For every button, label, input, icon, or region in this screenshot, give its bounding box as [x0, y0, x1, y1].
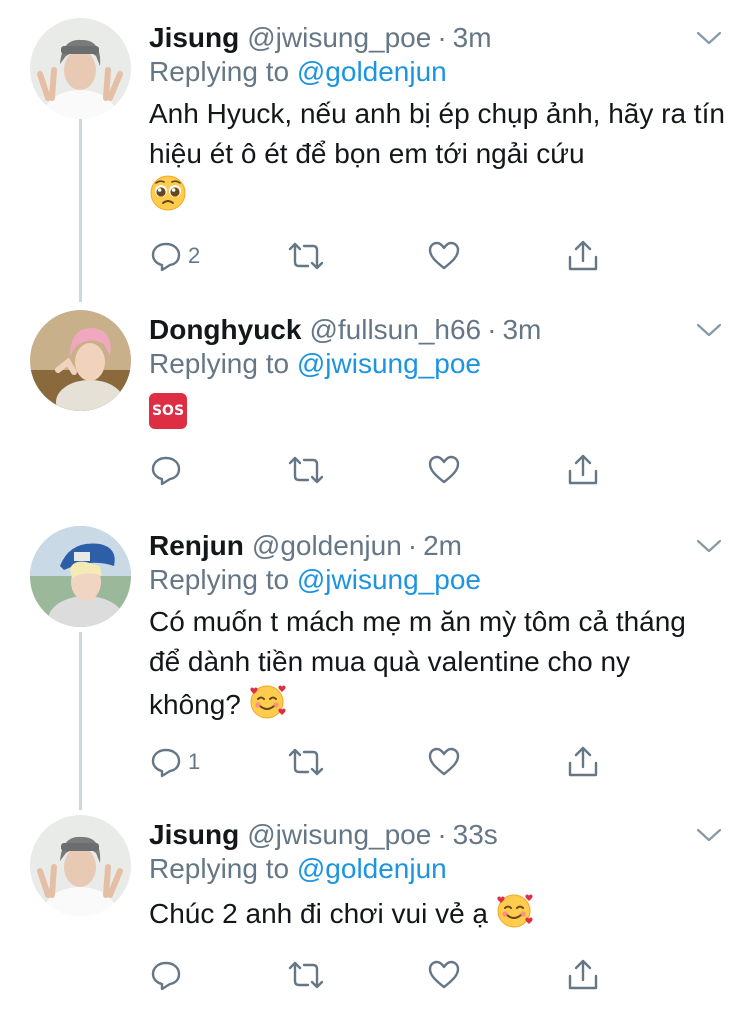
tweet-actions: [0, 955, 750, 995]
heart-icon: [428, 241, 460, 270]
replying-to-label: Replying to: [149, 348, 297, 379]
reply-button[interactable]: 2: [150, 236, 200, 276]
like-button[interactable]: [427, 450, 461, 490]
user-handle[interactable]: @jwisung_poe: [247, 22, 431, 54]
tweet-text: SOS: [149, 386, 729, 429]
tweet-header: Donghyuck @fullsun_h66 · 3m: [149, 310, 541, 350]
display-name[interactable]: Donghyuck: [149, 314, 301, 346]
retweet-icon: [288, 961, 324, 989]
reply-button[interactable]: [150, 450, 182, 490]
separator-dot: ·: [407, 530, 418, 561]
user-handle[interactable]: @fullsun_h66: [309, 314, 481, 346]
tweet-text: Anh Hyuck, nếu anh bị ép chụp ảnh, hãy r…: [149, 94, 729, 223]
tweet-text: Chúc 2 anh đi chơi vui vẻ ạ: [149, 891, 729, 940]
display-name[interactable]: Jisung: [149, 819, 239, 851]
heart-icon: [428, 747, 460, 776]
share-button[interactable]: [566, 955, 600, 995]
chevron-down-icon[interactable]: [694, 534, 724, 558]
reply-button[interactable]: [150, 955, 182, 995]
replying-to-line: Replying to @goldenjun: [149, 56, 447, 88]
mention-link[interactable]: @goldenjun: [297, 56, 447, 87]
reply-count: 2: [188, 243, 201, 268]
avatar[interactable]: [30, 18, 131, 119]
replying-to-line: Replying to @jwisung_poe: [149, 564, 481, 596]
tweet-actions: 1: [0, 742, 750, 782]
tweet-body: Chúc 2 anh đi chơi vui vẻ ạ: [149, 898, 488, 929]
tweet-header: Renjun @goldenjun · 2m: [149, 526, 462, 566]
retweet-button[interactable]: [288, 742, 324, 782]
reply-icon: [151, 748, 181, 778]
tweet[interactable]: Donghyuck @fullsun_h66 · 3m Replying to …: [0, 310, 750, 500]
sos-emoji: SOS: [149, 393, 187, 429]
share-icon: [568, 240, 598, 271]
retweet-icon: [288, 748, 324, 776]
avatar[interactable]: [30, 310, 131, 411]
display-name[interactable]: Jisung: [149, 22, 239, 54]
share-icon: [568, 746, 598, 777]
reply-count: 1: [188, 749, 201, 774]
user-handle[interactable]: @goldenjun: [252, 530, 402, 562]
chevron-down-icon[interactable]: [694, 318, 724, 342]
display-name[interactable]: Renjun: [149, 530, 244, 562]
chevron-down-icon[interactable]: [694, 26, 724, 50]
retweet-icon: [288, 456, 324, 484]
tweet[interactable]: Jisung @jwisung_poe · 3m Replying to @go…: [0, 18, 750, 278]
timestamp[interactable]: 2m: [423, 530, 462, 562]
tweet-text: Có muốn t mách mẹ m ăn mỳ tôm cả tháng đ…: [149, 602, 689, 731]
reply-icon: [151, 242, 181, 272]
separator-dot: ·: [437, 819, 447, 850]
share-icon: [568, 959, 598, 990]
reply-icon: [151, 961, 181, 991]
like-button[interactable]: [427, 236, 461, 276]
retweet-icon: [288, 242, 324, 270]
tweet[interactable]: Renjun @goldenjun · 2m Replying to @jwis…: [0, 526, 750, 796]
chevron-down-icon[interactable]: [694, 823, 724, 847]
heart-icon: [428, 960, 460, 989]
like-button[interactable]: [427, 955, 461, 995]
mention-link[interactable]: @jwisung_poe: [297, 564, 481, 595]
replying-to-line: Replying to @goldenjun: [149, 853, 447, 885]
retweet-button[interactable]: [288, 450, 324, 490]
tweet-actions: 2: [0, 236, 750, 276]
tweet-header: Jisung @jwisung_poe · 33s: [149, 815, 498, 855]
timestamp[interactable]: 33s: [453, 819, 498, 851]
replying-to-label: Replying to: [149, 56, 297, 87]
pleading-face-emoji: [149, 174, 187, 223]
tweet-actions: [0, 450, 750, 490]
separator-dot: ·: [437, 22, 447, 53]
reply-button[interactable]: 1: [150, 742, 200, 782]
tweet-body: Có muốn t mách mẹ m ăn mỳ tôm cả tháng đ…: [149, 606, 686, 720]
tweet[interactable]: Jisung @jwisung_poe · 33s Replying to @g…: [0, 815, 750, 1005]
like-button[interactable]: [427, 742, 461, 782]
replying-to-label: Replying to: [149, 853, 297, 884]
timestamp[interactable]: 3m: [502, 314, 541, 346]
avatar[interactable]: [30, 815, 131, 916]
replying-to-line: Replying to @jwisung_poe: [149, 348, 481, 380]
retweet-button[interactable]: [288, 955, 324, 995]
separator-dot: ·: [487, 314, 497, 345]
mention-link[interactable]: @goldenjun: [297, 853, 447, 884]
share-button[interactable]: [566, 236, 600, 276]
share-button[interactable]: [566, 742, 600, 782]
retweet-button[interactable]: [288, 236, 324, 276]
tweet-header: Jisung @jwisung_poe · 3m: [149, 18, 492, 58]
share-button[interactable]: [566, 450, 600, 490]
share-icon: [568, 454, 598, 485]
reply-icon: [151, 456, 181, 486]
avatar[interactable]: [30, 526, 131, 627]
replying-to-label: Replying to: [149, 564, 297, 595]
tweet-body: Anh Hyuck, nếu anh bị ép chụp ảnh, hãy r…: [149, 98, 725, 169]
smiling-face-with-hearts-emoji: [494, 891, 534, 940]
user-handle[interactable]: @jwisung_poe: [247, 819, 431, 851]
mention-link[interactable]: @jwisung_poe: [297, 348, 481, 379]
timestamp[interactable]: 3m: [453, 22, 492, 54]
heart-icon: [428, 455, 460, 484]
smiling-face-with-hearts-emoji: [247, 682, 287, 731]
